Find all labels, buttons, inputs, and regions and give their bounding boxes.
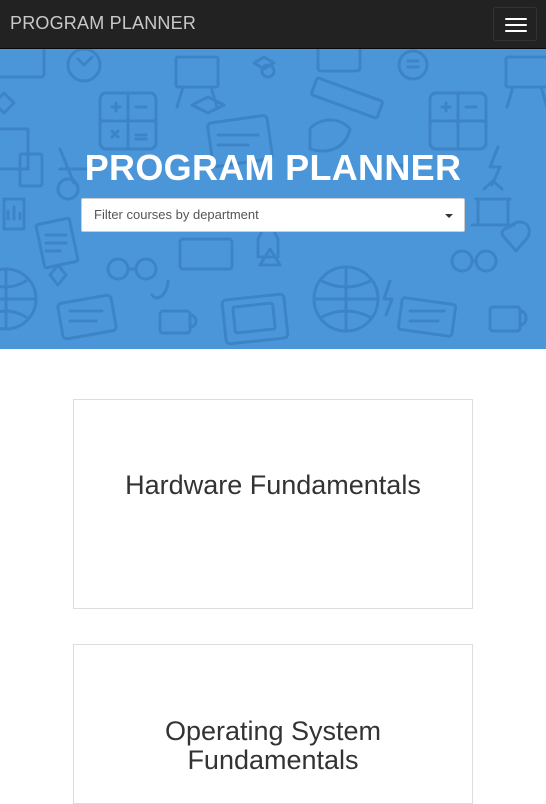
- department-filter-select[interactable]: Filter courses by department: [81, 198, 465, 232]
- navbar-brand[interactable]: PROGRAM PLANNER: [10, 13, 196, 34]
- caret-down-icon: [445, 214, 453, 218]
- department-filter-placeholder: Filter courses by department: [94, 207, 259, 222]
- course-card[interactable]: Operating System Fundamentals: [73, 644, 473, 804]
- hero-banner: PROGRAM PLANNER Filter courses by depart…: [0, 49, 546, 349]
- menu-toggle-button[interactable]: [493, 7, 537, 41]
- top-navbar: PROGRAM PLANNER: [0, 0, 546, 49]
- hero-title: PROGRAM PLANNER: [84, 147, 462, 188]
- course-title: Hardware Fundamentals: [125, 470, 421, 500]
- course-title: Operating System Fundamentals: [164, 716, 382, 775]
- course-card[interactable]: Hardware Fundamentals: [73, 399, 473, 609]
